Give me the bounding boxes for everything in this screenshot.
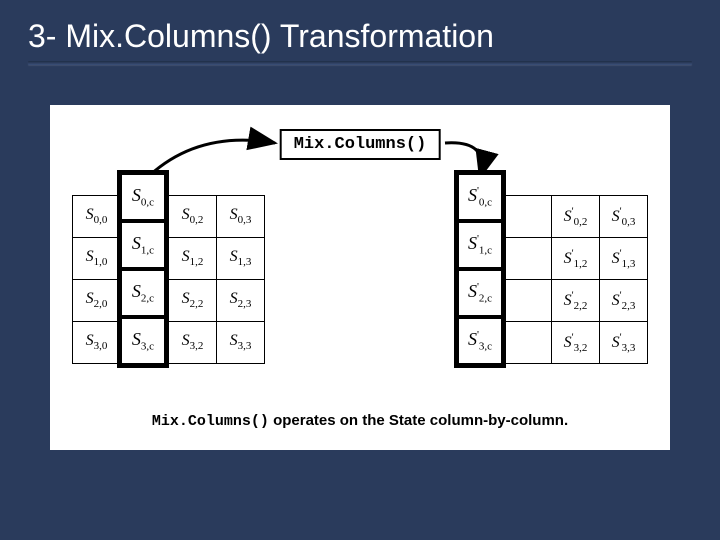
column-cell: S'1,c (457, 221, 503, 269)
column-cell: S'2,c (457, 269, 503, 317)
title-rule (28, 61, 692, 65)
matrix-cell: S'1,2 (552, 238, 600, 280)
state-column-in: S0,c S1,c S2,c S3,c (117, 170, 169, 368)
matrix-cell: S0,2 (169, 196, 217, 238)
matrix-cell (504, 280, 552, 322)
matrix-cell: S'1,3 (600, 238, 648, 280)
matrix-cell: S3,0 (73, 322, 121, 364)
matrix-cell: S1,3 (217, 238, 265, 280)
column-cell: S1,c (120, 221, 166, 269)
matrix-cell: S'0,2 (552, 196, 600, 238)
column-cell: S'3,c (457, 317, 503, 365)
matrix-cell: S2,0 (73, 280, 121, 322)
slide-title: 3- Mix.Columns() Transformation (28, 18, 692, 55)
matrix-cell: S'3,2 (552, 322, 600, 364)
column-cell: S2,c (120, 269, 166, 317)
matrix-cell: S2,3 (217, 280, 265, 322)
matrix-cell (504, 196, 552, 238)
matrix-cell: S0,3 (217, 196, 265, 238)
matrix-cell: S0,0 (73, 196, 121, 238)
title-area: 3- Mix.Columns() Transformation (0, 0, 720, 73)
caption-text: operates on the State column-by-column. (269, 412, 568, 429)
matrix-cell: S3,3 (217, 322, 265, 364)
column-cell: S'0,c (457, 173, 503, 221)
figure-canvas: Mix.Columns() S0,0 S0,2 S0,3 S1,0 S1,2 S… (50, 105, 670, 450)
column-cell: S3,c (120, 317, 166, 365)
matrix-cell: S1,2 (169, 238, 217, 280)
matrix-cell: S'2,2 (552, 280, 600, 322)
figure-caption: Mix.Columns() operates on the State colu… (50, 412, 670, 430)
matrix-cell: S'0,3 (600, 196, 648, 238)
state-column-out: S'0,c S'1,c S'2,c S'3,c (454, 170, 506, 368)
matrix-cell (504, 238, 552, 280)
caption-fn-name: Mix.Columns() (152, 413, 269, 430)
column-cell: S0,c (120, 173, 166, 221)
matrix-cell: S1,0 (73, 238, 121, 280)
figure-wrap: Mix.Columns() S0,0 S0,2 S0,3 S1,0 S1,2 S… (50, 105, 670, 450)
matrix-cell: S2,2 (169, 280, 217, 322)
matrix-cell: S3,2 (169, 322, 217, 364)
mixcolumns-fn-box: Mix.Columns() (280, 129, 441, 160)
matrix-cell: S'2,3 (600, 280, 648, 322)
matrix-cell: S'3,3 (600, 322, 648, 364)
matrix-cell (504, 322, 552, 364)
